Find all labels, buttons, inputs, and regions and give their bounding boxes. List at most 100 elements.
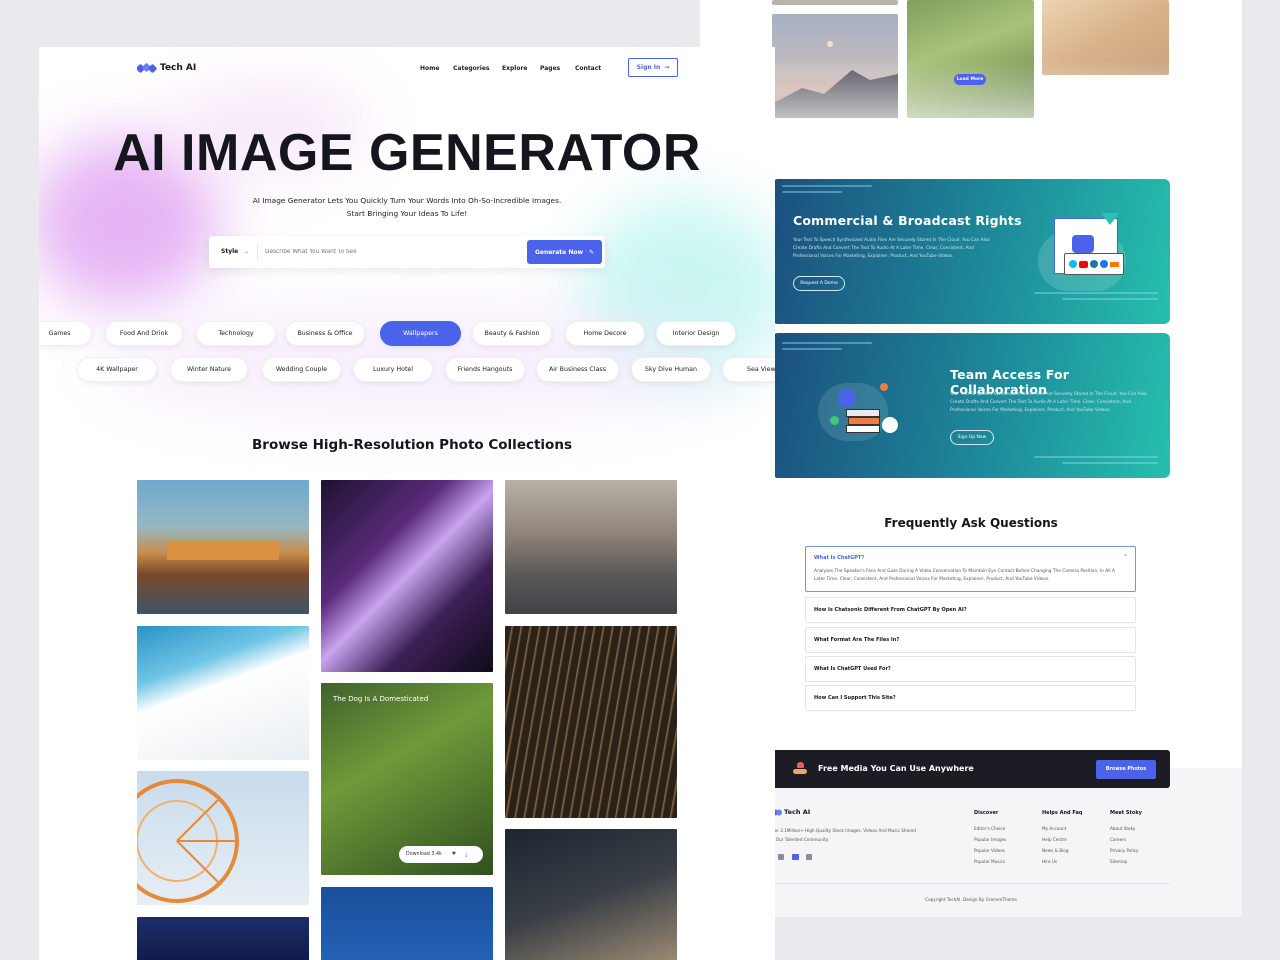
load-more-button[interactable]: Load More: [954, 74, 986, 85]
footer-link[interactable]: Popular Videos: [974, 848, 1005, 853]
second-page-preview: Load More Commercial & Broadcast Rights …: [700, 0, 1242, 917]
category-pill[interactable]: Winter Nature: [170, 357, 248, 382]
main-page: Tech AI Home Categories Explore Pages Co…: [39, 47, 775, 960]
banner-text: Free Media You Can Use Anywhere: [818, 764, 974, 773]
footer-brand[interactable]: Tech AI: [772, 808, 810, 816]
faq-item[interactable]: How Is Chatsonic Different From ChatGPT …: [805, 597, 1136, 623]
category-pill[interactable]: Food And Drink: [105, 321, 183, 346]
footer-link[interactable]: Hire Us: [1042, 859, 1057, 864]
category-pill[interactable]: Air Business Class: [536, 357, 619, 382]
category-pill[interactable]: Technology: [196, 321, 276, 346]
hero-subtitle: Start Bringing Your Ideas To Life!: [346, 209, 468, 218]
footer-desc: y Our Talented Community.: [772, 837, 829, 842]
footer-link[interactable]: Popular Images: [974, 837, 1006, 842]
footer-link[interactable]: About Stoky: [1110, 826, 1135, 831]
category-pill-active[interactable]: Wallpapers: [380, 321, 461, 346]
footer-col-title: Discover: [974, 810, 999, 816]
hero-subtitle: AI Image Generator Lets You Quickly Turn…: [252, 196, 562, 205]
faq-item[interactable]: What Format Are The Files In?: [805, 627, 1136, 653]
faq-item[interactable]: How Can I Support This Site?: [805, 685, 1136, 711]
download-count: Download 3.4k: [406, 852, 442, 857]
train-station-photo[interactable]: [505, 829, 677, 960]
category-pill[interactable]: Business & Office: [285, 321, 365, 346]
photo-caption: The Dog Is A Domesticated: [333, 695, 429, 703]
prompt-input[interactable]: [265, 243, 515, 261]
footer-link[interactable]: Popular Musics: [974, 859, 1005, 864]
books-illustration: [810, 369, 910, 443]
brand-logo[interactable]: Tech AI: [137, 62, 196, 74]
nav-contact[interactable]: Contact: [575, 65, 601, 72]
download-icon[interactable]: ⤓: [465, 852, 467, 858]
footer-link[interactable]: Help Centre: [1042, 837, 1067, 842]
minus-icon[interactable]: –: [1124, 552, 1127, 559]
footer-desc: ver 3.1Million+ High Quality Stock Image…: [772, 828, 916, 833]
footer: Tech AI ver 3.1Million+ High Quality Sto…: [772, 768, 1242, 917]
team-access-card: Team Access For Collaboration Your Text …: [772, 333, 1170, 478]
heart-icon[interactable]: ♥: [452, 852, 456, 857]
card-title: Commercial & Broadcast Rights: [793, 213, 1022, 228]
category-pill[interactable]: Friends Hangouts: [445, 357, 525, 382]
ferris-wheel-photo[interactable]: [137, 771, 309, 905]
youtube-icon[interactable]: [792, 854, 799, 860]
footer-link[interactable]: My Account: [1042, 826, 1066, 831]
nav-home[interactable]: Home: [420, 65, 439, 72]
nav-pages[interactable]: Pages: [540, 65, 560, 72]
twitter-icon[interactable]: [778, 854, 784, 860]
hand-heart-icon: [792, 760, 808, 776]
mountain-moon-photo[interactable]: [772, 0, 898, 5]
faq-question: What Is ChatGPT?: [814, 555, 865, 561]
sign-in-button[interactable]: Sign In →: [628, 58, 678, 77]
gallery-title: Browse High-Resolution Photo Collections: [252, 437, 572, 453]
browser-illustration: [1038, 213, 1144, 291]
faq-title: Frequently Ask Questions: [884, 516, 1058, 530]
faq-item[interactable]: What Is ChatGPT Used For?: [805, 656, 1136, 682]
chevron-down-icon: ⌄: [244, 248, 250, 255]
hero-title: AI IMAGE GENERATOR: [113, 124, 701, 182]
snowy-mountain-photo[interactable]: [137, 626, 309, 760]
faq-item-open[interactable]: What Is ChatGPT? – Analyzes The Speaker'…: [805, 546, 1136, 592]
browse-photos-button[interactable]: Browse Photos: [1096, 760, 1156, 779]
copyright: Copyright TechAI. Design By GramenTheme: [925, 897, 1017, 902]
free-media-banner: Free Media You Can Use Anywhere Browse P…: [772, 750, 1170, 788]
light-trails-photo[interactable]: [321, 480, 493, 672]
blue-sky-photo[interactable]: [321, 887, 493, 960]
nav-explore[interactable]: Explore: [502, 65, 527, 72]
category-pill[interactable]: Sky Dive Human: [631, 357, 711, 382]
logo-icon: [137, 63, 157, 73]
commercial-rights-card: Commercial & Broadcast Rights Your Text …: [772, 179, 1170, 324]
nav-categories[interactable]: Categories: [453, 65, 489, 72]
bicycles-photo[interactable]: The Dog Is A Domesticated Download 3.4k …: [321, 683, 493, 875]
search-bar: Style⌄ Generate Now✎: [209, 236, 605, 268]
faq-answer: Analyzes The Speaker's Face And Gaze Dur…: [814, 569, 1115, 582]
footer-link[interactable]: Careers: [1110, 837, 1126, 842]
building-lights-photo[interactable]: [505, 626, 677, 818]
generate-now-button[interactable]: Generate Now ✎: [527, 240, 602, 264]
footer-col-title: Helps And Faq: [1042, 810, 1083, 816]
category-pill[interactable]: Wedding Couple: [262, 357, 341, 382]
footer-link[interactable]: Editor's Choice: [974, 826, 1005, 831]
sign-up-button[interactable]: Sign Up Now: [950, 430, 994, 445]
footer-divider: [772, 883, 1170, 884]
footer-link[interactable]: Sitemap: [1110, 859, 1127, 864]
night-photo[interactable]: [137, 917, 309, 960]
card-text: Your Text To Speech Synthesized Audio Fi…: [950, 392, 1147, 413]
category-pill[interactable]: Games: [39, 321, 92, 346]
category-pill[interactable]: 4K Wallpaper: [77, 357, 157, 382]
request-demo-button[interactable]: Request A Demo: [793, 276, 845, 291]
card-text: Your Text To Speech Synthesized Audio Fi…: [793, 238, 990, 259]
category-pill[interactable]: Luxury Hotel: [353, 357, 433, 382]
category-pill[interactable]: Beauty & Fashion: [472, 321, 552, 346]
footer-col-title: Meet Stoky: [1110, 810, 1142, 816]
arrow-right-icon: →: [664, 64, 670, 71]
category-pill[interactable]: Home Decore: [565, 321, 645, 346]
photo-actions: Download 3.4k ♥ ⤓: [399, 846, 483, 863]
city-traffic-photo[interactable]: [505, 480, 677, 614]
style-dropdown[interactable]: Style ⌄: [221, 248, 249, 255]
footer-link[interactable]: News & Blog: [1042, 848, 1069, 853]
instagram-icon[interactable]: [806, 854, 812, 860]
footer-link[interactable]: Privacy Policy: [1110, 848, 1139, 853]
category-pill[interactable]: Interior Design: [656, 321, 736, 346]
magic-wand-icon: ✎: [589, 248, 595, 256]
category-pill[interactable]: Sea View: [722, 357, 775, 382]
florence-bridge-photo[interactable]: [137, 480, 309, 614]
